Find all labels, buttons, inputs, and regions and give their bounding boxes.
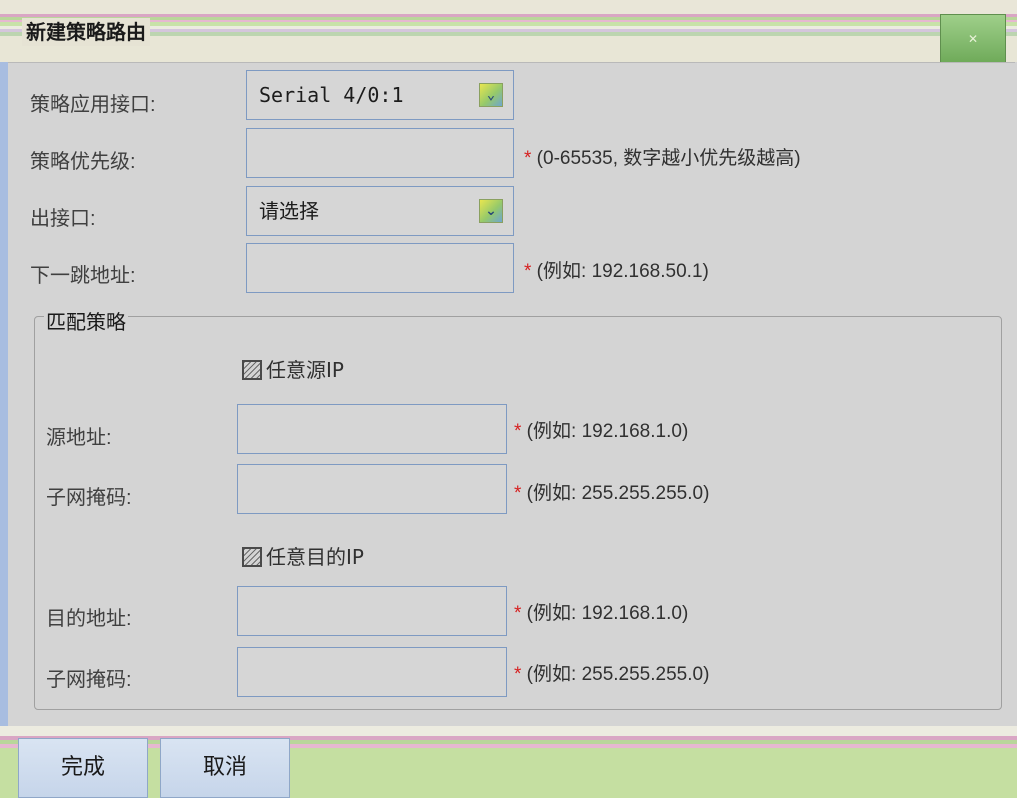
dialog-title: 新建策略路由	[22, 18, 150, 46]
out-interface-select-value: 请选择	[259, 199, 319, 223]
any-source-ip-checkbox[interactable]: 任意源IP	[242, 354, 344, 383]
chevron-down-icon[interactable]: ⌄	[479, 199, 503, 223]
out-interface-label: 出接口:	[30, 208, 96, 230]
finish-button[interactable]: 完成	[18, 738, 148, 798]
close-icon: ✕	[967, 32, 979, 46]
destination-address-hint: * (例如: 192.168.1.0)	[514, 598, 688, 625]
any-destination-ip-label: 任意目的IP	[266, 545, 364, 569]
match-policy-legend: 匹配策略	[44, 306, 128, 335]
interface-label: 策略应用接口:	[30, 94, 156, 116]
out-interface-select[interactable]: 请选择 ⌄	[246, 186, 514, 236]
destination-mask-label: 子网掩码:	[46, 669, 132, 691]
source-mask-label: 子网掩码:	[46, 487, 132, 509]
source-address-hint: * (例如: 192.168.1.0)	[514, 416, 688, 443]
close-button[interactable]: ✕	[940, 14, 1006, 64]
destination-address-input[interactable]	[237, 586, 507, 636]
destination-mask-hint: * (例如: 255.255.255.0)	[514, 659, 709, 686]
source-mask-hint-text: (例如: 255.255.255.0)	[521, 483, 710, 504]
priority-label: 策略优先级:	[30, 151, 136, 173]
interface-select-value: Serial 4/0:1	[259, 83, 404, 107]
priority-input[interactable]	[246, 128, 514, 178]
dialog-footer: 完成 取消	[0, 726, 1017, 798]
priority-hint-text: (0-65535, 数字越小优先级越高)	[531, 148, 801, 169]
title-bar: 新建策略路由 ✕	[0, 0, 1017, 64]
match-policy-group	[34, 316, 1002, 710]
any-source-ip-label: 任意源IP	[266, 358, 344, 382]
left-accent-bar	[0, 62, 8, 726]
cancel-button[interactable]: 取消	[160, 738, 290, 798]
source-mask-hint: * (例如: 255.255.255.0)	[514, 478, 709, 505]
chevron-down-icon[interactable]: ⌄	[479, 83, 503, 107]
destination-address-label: 目的地址:	[46, 608, 132, 630]
destination-address-hint-text: (例如: 192.168.1.0)	[521, 603, 689, 624]
nexthop-input[interactable]	[246, 243, 514, 293]
nexthop-label: 下一跳地址:	[30, 265, 136, 287]
source-address-label: 源地址:	[46, 427, 112, 449]
source-address-hint-text: (例如: 192.168.1.0)	[521, 421, 689, 442]
priority-hint: * (0-65535, 数字越小优先级越高)	[524, 143, 801, 170]
source-mask-input[interactable]	[237, 464, 507, 514]
nexthop-hint-text: (例如: 192.168.50.1)	[531, 261, 709, 282]
checkbox-icon[interactable]	[242, 547, 262, 567]
checkbox-icon[interactable]	[242, 360, 262, 380]
destination-mask-hint-text: (例如: 255.255.255.0)	[521, 664, 710, 685]
nexthop-hint: * (例如: 192.168.50.1)	[524, 256, 709, 283]
interface-select[interactable]: Serial 4/0:1 ⌄	[246, 70, 514, 120]
source-address-input[interactable]	[237, 404, 507, 454]
any-destination-ip-checkbox[interactable]: 任意目的IP	[242, 541, 364, 570]
policy-route-dialog: 新建策略路由 ✕ 策略应用接口: Serial 4/0:1 ⌄ 策略优先级: *…	[0, 0, 1017, 798]
destination-mask-input[interactable]	[237, 647, 507, 697]
